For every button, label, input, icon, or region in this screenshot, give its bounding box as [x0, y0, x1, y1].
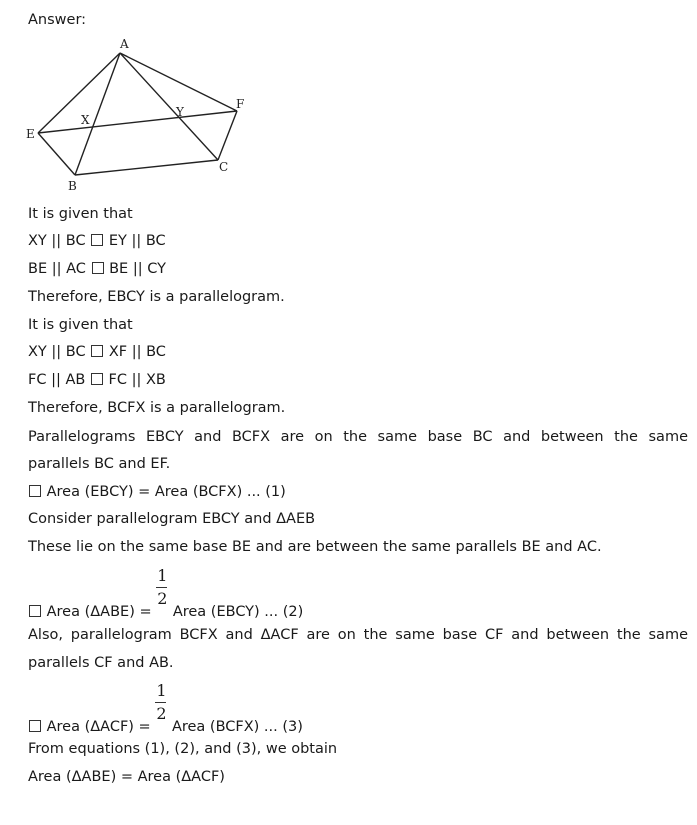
missing-glyph-icon — [91, 262, 104, 274]
conclusion-line: Area (ΔABE) = Area (ΔACF) — [28, 769, 225, 785]
label-f: F — [236, 97, 244, 111]
text-line: BE || AC BE || CY — [28, 260, 166, 278]
segment-ae — [37, 52, 121, 134]
fraction-numerator: 1 — [156, 681, 167, 700]
fraction-denominator: 2 — [156, 704, 167, 723]
statement: FC || AB — [28, 372, 86, 388]
text-line: parallels BC and EF. — [28, 456, 171, 472]
statement: XY || BC — [28, 344, 86, 360]
text-line: XY || BC EY || BC — [28, 232, 166, 250]
fraction-denominator: 2 — [157, 589, 168, 608]
text-line: parallels CF and AB. — [28, 655, 174, 671]
geometry-figure: A E X Y F C B — [26, 37, 244, 193]
label-y: Y — [175, 105, 185, 119]
label-a: A — [119, 37, 129, 51]
text-line: Parallelograms EBCY and BCFX are on the … — [28, 429, 688, 445]
text-line: Therefore, BCFX is a parallelogram. — [28, 400, 286, 416]
text-line: From equations (1), (2), and (3), we obt… — [28, 741, 338, 757]
missing-glyph-icon — [29, 720, 41, 732]
statement: Area (EBCY) = Area (BCFX) ... (1) — [46, 484, 286, 500]
text-line: It is given that — [28, 317, 133, 333]
missing-glyph-icon — [91, 234, 104, 246]
fraction-one-half: 1 2 — [156, 567, 168, 616]
label-b: B — [68, 179, 77, 193]
text-line: Therefore, EBCY is a parallelogram. — [28, 289, 285, 305]
text-line: XY || BC XF || BC — [28, 343, 166, 361]
fraction-bar — [156, 587, 168, 588]
text-line: Also, parallelogram BCFX and ΔACF are on… — [28, 627, 688, 643]
fraction-bar — [155, 702, 167, 703]
statement: Area (BCFX) ... (3) — [171, 719, 303, 735]
text-line: These lie on the same base BE and are be… — [28, 539, 602, 555]
statement: BE || AC — [28, 261, 86, 277]
statement: FC || XB — [108, 372, 166, 388]
fraction-one-half: 1 2 — [155, 682, 167, 731]
statement: XY || BC — [28, 233, 86, 249]
text-line: Area (ΔACF) = 1 2 Area (BCFX) ... (3) — [28, 682, 303, 736]
text-line: Area (ΔABE) = 1 2 Area (EBCY) ... (2) — [28, 567, 304, 621]
statement: EY || BC — [108, 233, 166, 249]
segment-cf — [217, 110, 238, 161]
text-line: FC || AB FC || XB — [28, 371, 166, 389]
missing-glyph-icon — [29, 605, 41, 617]
label-e: E — [26, 127, 35, 141]
text-line: Consider parallelogram EBCY and ΔAEB — [28, 511, 316, 527]
statement: Area (ΔABE) = — [46, 604, 152, 620]
missing-glyph-icon — [90, 373, 103, 385]
statement: XF || BC — [108, 344, 166, 360]
missing-glyph-icon — [91, 345, 104, 357]
fraction-numerator: 1 — [157, 566, 168, 585]
segment-eb — [37, 132, 76, 176]
statement: BE || CY — [109, 261, 166, 277]
segment-af — [119, 52, 238, 112]
missing-glyph-icon — [29, 485, 41, 497]
label-c: C — [219, 160, 228, 174]
statement: Area (ΔACF) = — [46, 719, 151, 735]
text-line: Area (EBCY) = Area (BCFX) ... (1) — [28, 483, 286, 501]
statement: Area (EBCY) ... (2) — [172, 604, 304, 620]
text-line: It is given that — [28, 206, 133, 222]
segment-ef — [37, 110, 238, 134]
label-x: X — [81, 113, 90, 127]
segment-bc — [74, 159, 219, 176]
segment-ac — [119, 52, 219, 161]
